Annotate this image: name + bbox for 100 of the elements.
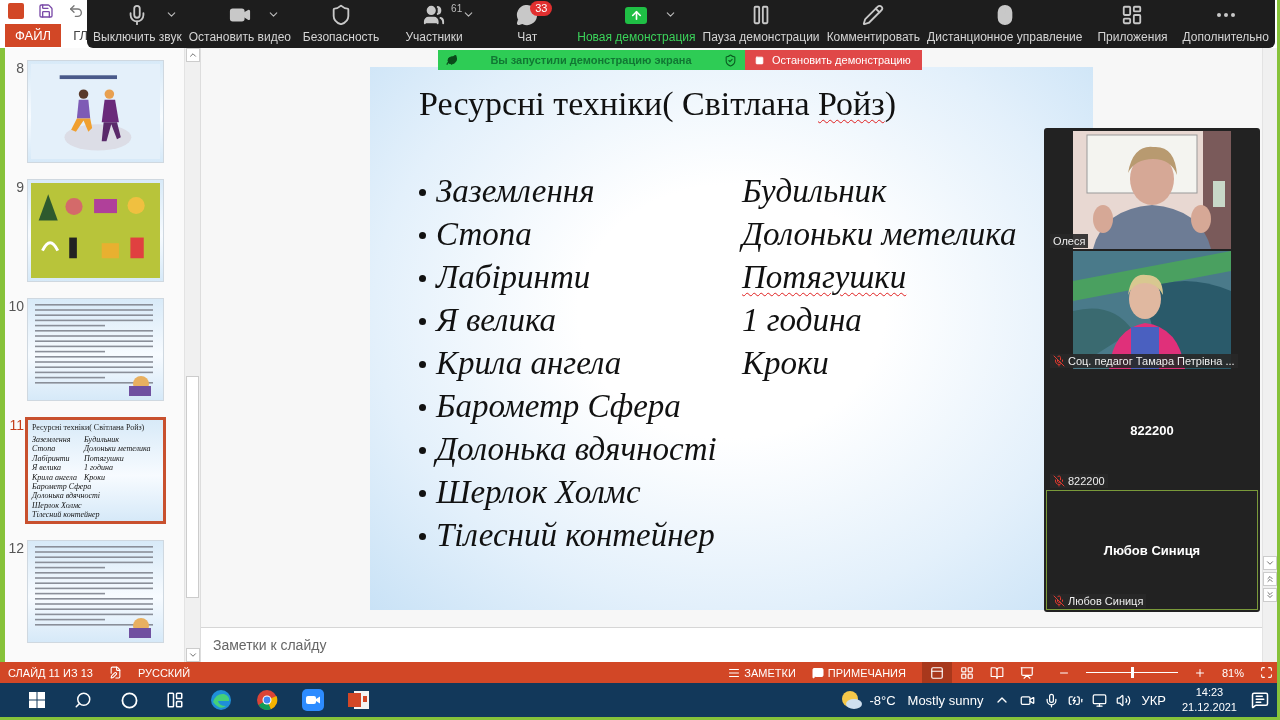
chevron-down-icon: [1265, 558, 1275, 568]
list-item: Будильник: [742, 172, 887, 211]
list-item: Потягушки: [742, 258, 907, 297]
thumbnail-item: 1 година: [84, 463, 115, 473]
mute-button[interactable]: Выключить звук: [93, 0, 182, 48]
chevron-down-icon: [187, 650, 198, 660]
thumbnail-item: Я велика: [32, 463, 63, 473]
thumbnail-item: Кроки: [84, 472, 107, 483]
save-icon[interactable]: [38, 3, 54, 19]
slide-thumbnail[interactable]: [27, 298, 164, 401]
app-icon: [8, 3, 24, 19]
video-tile[interactable]: Олеся: [1046, 130, 1258, 250]
search-icon: [74, 691, 92, 709]
pause-share-button[interactable]: Пауза демонстрации: [702, 0, 820, 48]
slide-thumbnail[interactable]: Ресурсні техніки( Світлана Ройз) Заземлення Будильник Стопа Долоньки метелика Лабіринти Потягушки Я велика 1 година Крила ангела Кроки Барометр Сфера Долонька вдячності Шерлок Холмс Тілесний контейнер: [25, 417, 166, 524]
circle-icon: [120, 691, 138, 709]
clock-time[interactable]: 14:23: [1195, 685, 1224, 700]
thumbnail-item: Барометр Сфера: [32, 482, 93, 492]
bullet-icon: [419, 318, 426, 325]
home-tab[interactable]: ГЛ: [73, 27, 88, 43]
notes-button[interactable]: ЗАМЕТКИ: [728, 666, 796, 679]
bullet-icon: [419, 404, 426, 411]
list-item: Я велика: [436, 301, 557, 340]
grid-icon: [959, 665, 974, 680]
shield-icon: [724, 53, 737, 67]
slide-number: 12: [7, 540, 24, 556]
file-tab[interactable]: ФАЙЛ: [5, 23, 62, 47]
video-camera-icon: [302, 689, 324, 711]
security-button[interactable]: Безопасность: [302, 0, 380, 48]
slide-title: Ресурсні техніки( Світлана Ройз): [419, 84, 898, 124]
list-item: 1 година: [742, 301, 862, 340]
book-icon: [989, 665, 1004, 680]
zoom-slider-thumb[interactable]: [1130, 667, 1134, 678]
video-tile[interactable]: 822200 822200: [1046, 370, 1258, 490]
participant-name: 822200: [1068, 475, 1105, 487]
weather-icon[interactable]: [841, 690, 864, 710]
participant-name: Любов Синиця: [1068, 595, 1144, 607]
browser-icon: [210, 689, 232, 711]
annotate-button[interactable]: Комментировать: [826, 0, 921, 48]
bullet-icon: [419, 232, 426, 239]
people-icon: [423, 4, 446, 26]
thumbnail-item: Стопа: [32, 444, 57, 454]
video-tile[interactable]: Соц. педагог Тамара Петрівна ...: [1046, 250, 1258, 370]
zoom-in-icon[interactable]: [1193, 666, 1206, 679]
notes-field[interactable]: Заметки к слайду: [211, 636, 515, 654]
thumbnail-item: Заземлення: [32, 435, 72, 445]
new-share-button[interactable]: Новая демонстрация: [577, 0, 696, 48]
participants-button[interactable]: 61 Участники: [405, 0, 463, 48]
normal-view-button[interactable]: [921, 662, 952, 683]
more-icon: [1216, 13, 1235, 17]
bullet-icon: [419, 189, 426, 196]
muted-microphone-icon: [1053, 355, 1065, 367]
slide-thumbnail[interactable]: [27, 540, 164, 643]
muted-microphone-icon: [1053, 595, 1065, 607]
video-tile[interactable]: Любов Синиця Любов Синиця: [1046, 490, 1258, 610]
zoom-percent[interactable]: 81%: [1221, 666, 1244, 679]
participant-display-name: 822200: [1130, 422, 1174, 438]
microphone-icon: [1043, 692, 1059, 708]
leaf-icon: [446, 54, 458, 66]
stop-video-button[interactable]: Остановить видео: [188, 0, 291, 48]
list-item: Лабіринти: [436, 258, 591, 297]
projector-screen-icon: [1019, 665, 1034, 680]
scrollbar-thumb[interactable]: [186, 376, 199, 598]
proofing-icon[interactable]: [108, 666, 122, 679]
share-message: Вы запустили демонстрацию экрана: [489, 54, 693, 66]
share-icon: [625, 6, 648, 24]
remote-control-button[interactable]: Дистанционное управление: [927, 0, 1083, 48]
temperature-label: -8°C: [869, 692, 896, 708]
slide-number: 11: [8, 417, 24, 433]
thumbnail-item: Потягушки: [84, 453, 125, 464]
undo-icon[interactable]: [68, 3, 84, 19]
pencil-icon: [862, 4, 885, 26]
fit-slide-icon[interactable]: [1260, 666, 1273, 679]
slide-number: 8: [15, 60, 24, 76]
clock-date[interactable]: 21.12.2021: [1181, 700, 1237, 715]
participant-name: Олеся: [1053, 235, 1086, 247]
bullet-icon: [419, 361, 426, 368]
slide-counter: СЛАЙД 11 ИЗ 13: [8, 666, 93, 679]
bullet-icon: [419, 275, 426, 282]
monitor-icon: [1091, 692, 1107, 708]
normal-view-icon: [929, 665, 944, 680]
lines-icon: [728, 666, 741, 679]
apps-button[interactable]: Приложения: [1097, 0, 1168, 48]
list-item: Тілесний контейнер: [436, 516, 715, 555]
apps-icon: [1121, 4, 1144, 26]
list-item: Шерлок Холмс: [436, 473, 641, 512]
thumbnail-title: Ресурсні техніки( Світлана Ройз): [32, 423, 146, 432]
notifications-icon[interactable]: [1251, 691, 1269, 709]
chat-button[interactable]: 33 Чат: [504, 0, 551, 48]
stop-share-button[interactable]: Остановить демонстрацию: [745, 50, 922, 70]
language-label[interactable]: РУССКИЙ: [137, 666, 191, 679]
comments-button[interactable]: ПРИМЕЧАНИЯ: [811, 666, 906, 679]
participant-count: 61: [451, 3, 463, 14]
more-button[interactable]: Дополнительно: [1182, 0, 1269, 48]
speaker-icon: [1115, 692, 1131, 708]
chevron-up-icon: [187, 50, 198, 60]
double-chevron-down-icon: [1265, 590, 1275, 600]
input-language[interactable]: УКР: [1141, 692, 1166, 708]
list-item: Крила ангела: [436, 344, 622, 383]
thumbnail-item: Шерлок Холмс: [32, 500, 83, 511]
